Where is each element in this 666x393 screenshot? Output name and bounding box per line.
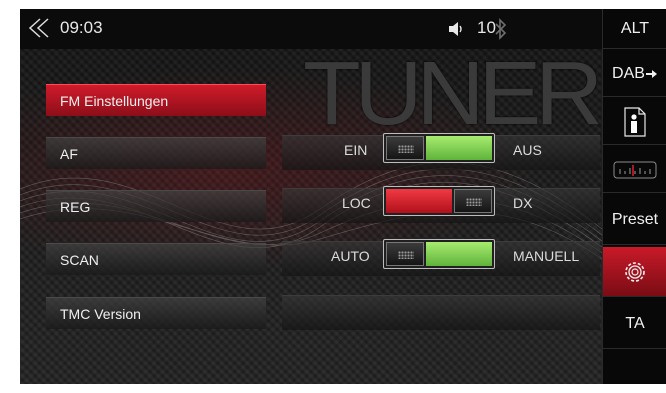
menu-af-label: AF — [60, 146, 78, 162]
preset-button[interactable]: Preset — [603, 195, 666, 245]
frequency-scale-button[interactable] — [603, 147, 666, 193]
right-sidebar: ALT DAB Preset TA — [602, 9, 666, 384]
info-icon — [624, 106, 646, 137]
menu-tmc-version-label: TMC Version — [60, 306, 141, 322]
frequency-scale-icon — [613, 161, 657, 178]
tuner-watermark: TUNER — [303, 44, 603, 144]
af-off-label: AUS — [513, 142, 542, 158]
scan-toggle-fill — [426, 242, 492, 266]
reg-toggle-knob[interactable] — [454, 189, 492, 213]
menu-scan-label: SCAN — [60, 252, 99, 268]
menu-scan[interactable]: SCAN — [46, 243, 266, 275]
scan-manual-label: MANUELL — [513, 248, 580, 264]
reg-toggle[interactable] — [383, 186, 495, 216]
dab-label: DAB — [612, 64, 645, 82]
menu-af[interactable]: AF — [46, 137, 266, 169]
af-toggle[interactable] — [383, 133, 495, 163]
menu-fm-settings[interactable]: FM Einstellungen — [46, 84, 266, 116]
af-toggle-fill — [426, 136, 492, 160]
dab-button[interactable]: DAB — [603, 51, 666, 97]
ta-label: TA — [625, 314, 645, 332]
info-button[interactable] — [603, 99, 666, 145]
alt-label: ALT — [620, 19, 650, 37]
reg-toggle-fill — [386, 189, 452, 213]
bluetooth-icon — [495, 18, 507, 40]
ta-button[interactable]: TA — [603, 299, 666, 349]
reg-dx-label: DX — [513, 195, 533, 211]
status-bar: 09:03 10 — [20, 9, 602, 49]
alt-button[interactable]: ALT — [603, 9, 666, 49]
speaker-icon — [449, 22, 462, 36]
scan-toggle[interactable] — [383, 239, 495, 269]
menu-reg[interactable]: REG — [46, 190, 266, 222]
af-on-label: EIN — [344, 142, 368, 158]
menu-fm-settings-label: FM Einstellungen — [60, 93, 169, 109]
gear-icon — [625, 261, 645, 282]
af-toggle-knob[interactable] — [386, 136, 424, 160]
arrow-right-icon — [645, 69, 657, 78]
scan-auto-label: AUTO — [331, 248, 370, 264]
back-chevron-icon[interactable] — [26, 17, 52, 39]
settings-button[interactable] — [603, 247, 666, 297]
tuner-screen: TUNER 09:03 10 FM Einstellungen AF REG S… — [20, 9, 666, 384]
menu-reg-label: REG — [60, 199, 91, 215]
row-tmc — [282, 295, 600, 330]
menu-tmc-version[interactable]: TMC Version — [46, 297, 266, 329]
clock-time: 09:03 — [60, 18, 103, 37]
reg-loc-label: LOC — [342, 195, 371, 211]
scan-toggle-knob[interactable] — [386, 242, 424, 266]
preset-label: Preset — [611, 210, 659, 228]
